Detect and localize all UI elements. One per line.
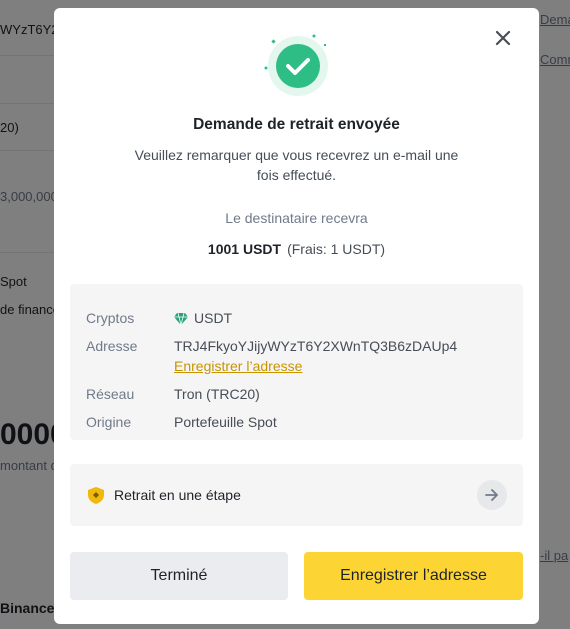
one-step-withdrawal-banner[interactable]: Retrait en une étape [70, 464, 523, 526]
origin-label: Origine [86, 414, 132, 430]
one-step-label: Retrait en une étape [114, 487, 241, 503]
withdrawal-success-modal: Demande de retrait envoyée Veuillez rema… [54, 8, 539, 624]
network-value: Tron (TRC20) [174, 386, 260, 402]
withdraw-amount: 1001 USDT [207, 241, 282, 257]
save-address-button[interactable]: Enregistrer l’adresse [304, 552, 523, 600]
close-icon[interactable] [495, 30, 511, 46]
crypto-value-wrap: USDT [174, 310, 232, 326]
usdt-gem-icon [174, 313, 188, 325]
withdraw-fee: (Frais: 1 USDT) [287, 241, 386, 257]
success-check-icon [264, 34, 328, 96]
network-label: Réseau [86, 386, 135, 402]
arrow-right-icon [485, 489, 498, 501]
address-label: Adresse [86, 338, 138, 354]
close-button[interactable] [491, 26, 515, 50]
address-value: TRJ4FkyoYJijyWYzT6Y2XWnTQ3B6zDAUp4 [174, 338, 458, 354]
crypto-label: Cryptos [86, 310, 135, 326]
save-address-link[interactable]: Enregistrer l’adresse [174, 358, 302, 374]
recipient-label: Le destinataire recevra [225, 210, 368, 226]
modal-subtitle: Veuillez remarquer que vous recevrez un … [134, 147, 459, 183]
withdrawal-details-panel: Cryptos USDT Adresse TRJ4FkyoYJijyWYzT6Y… [70, 284, 523, 440]
done-button[interactable]: Terminé [70, 552, 288, 600]
crypto-value: USDT [194, 310, 233, 326]
amount-row: 1001 USDT (Frais: 1 USDT) [54, 241, 539, 257]
origin-value: Portefeuille Spot [174, 414, 277, 430]
modal-title: Demande de retrait envoyée [193, 116, 400, 133]
one-step-arrow-button[interactable] [477, 480, 507, 510]
shield-icon [88, 487, 104, 504]
